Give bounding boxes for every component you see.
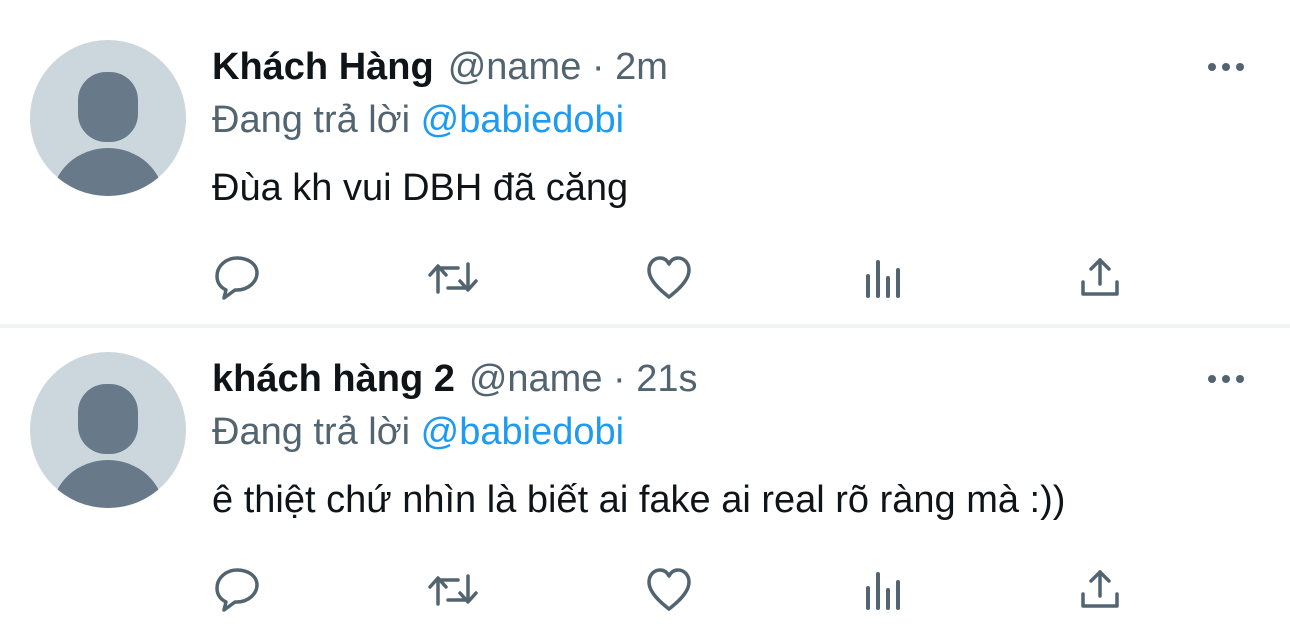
avatar[interactable] [30, 352, 186, 508]
replying-to-line: Đang trả lời @babiedobi [212, 98, 624, 142]
views-icon [866, 572, 900, 610]
share-button[interactable] [1070, 560, 1130, 620]
more-options-button[interactable] [1198, 359, 1254, 399]
timestamp[interactable]: 21s [636, 358, 697, 400]
mention-link[interactable]: @babiedobi [421, 99, 624, 141]
replying-label: Đang trả lời [212, 411, 411, 453]
separator-dot: · [613, 358, 626, 400]
like-button[interactable] [639, 248, 699, 308]
views-button[interactable] [855, 560, 915, 620]
reply-tweet-1[interactable]: Khách Hàng @name · 2m Đang trả lời @babie… [0, 0, 1290, 324]
views-icon [866, 260, 900, 298]
retweet-button[interactable] [423, 560, 483, 620]
reply-icon [215, 256, 259, 300]
default-avatar-icon [52, 384, 164, 508]
like-icon [647, 568, 691, 611]
reply-icon [215, 568, 259, 612]
avatar[interactable] [30, 40, 186, 196]
user-handle[interactable]: @name [469, 358, 603, 400]
views-button[interactable] [855, 248, 915, 308]
like-button[interactable] [639, 560, 699, 620]
share-icon [1081, 258, 1119, 296]
share-icon [1081, 570, 1119, 608]
display-name[interactable]: khách hàng 2 [212, 358, 455, 400]
display-name[interactable]: Khách Hàng [212, 46, 434, 88]
action-bar [0, 560, 1290, 620]
tweet-header: khách hàng 2 @name · 21s [212, 357, 698, 401]
retweet-icon [428, 262, 478, 294]
share-button[interactable] [1070, 248, 1130, 308]
reply-button[interactable] [207, 248, 267, 308]
user-handle[interactable]: @name [448, 46, 582, 88]
more-options-button[interactable] [1198, 47, 1254, 87]
replying-to-line: Đang trả lời @babiedobi [212, 410, 624, 454]
mention-link[interactable]: @babiedobi [421, 411, 624, 453]
reply-tweet-2[interactable]: khách hàng 2 @name · 21s Đang trả lời @ba… [0, 328, 1290, 635]
more-horizontal-icon [1208, 375, 1244, 383]
reply-button[interactable] [207, 560, 267, 620]
default-avatar-icon [52, 72, 164, 196]
more-horizontal-icon [1208, 63, 1244, 71]
tweet-text: ê thiệt chứ nhìn là biết ai fake ai real… [212, 479, 1066, 521]
tweet-header: Khách Hàng @name · 2m [212, 45, 668, 89]
action-bar [0, 248, 1290, 308]
like-icon [647, 256, 691, 299]
separator-dot: · [591, 46, 605, 88]
tweet-text: Đùa kh vui DBH đã căng [212, 167, 629, 209]
replying-label: Đang trả lời [212, 99, 411, 141]
retweet-button[interactable] [423, 248, 483, 308]
timestamp[interactable]: 2m [615, 46, 668, 88]
retweet-icon [428, 574, 478, 606]
